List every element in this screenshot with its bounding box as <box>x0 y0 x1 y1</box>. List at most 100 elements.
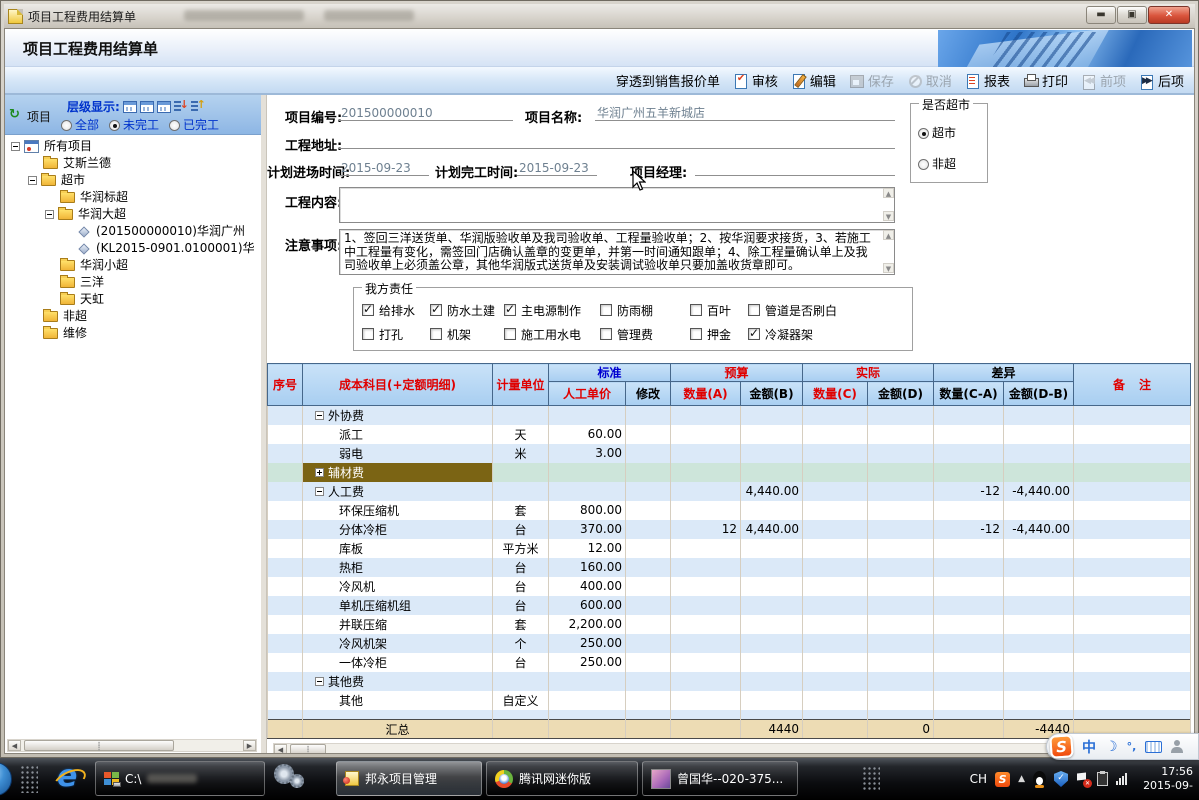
cell-amt_b[interactable] <box>741 577 803 596</box>
cell-amt_b[interactable] <box>741 596 803 615</box>
internet-explorer-icon[interactable]: e <box>52 762 86 796</box>
table-row[interactable]: 分体冷柜台370.00124,440.00-12-4,440.00 <box>268 520 1191 539</box>
language-indicator[interactable]: CH <box>970 772 987 786</box>
cell-name[interactable]: 辅材费 <box>303 463 493 482</box>
manager-field[interactable] <box>695 160 895 176</box>
fullwidth-moon-icon[interactable]: ☽ <box>1105 739 1118 755</box>
cell-remark[interactable] <box>1074 634 1191 653</box>
start-date-field[interactable]: 2015-09-23 <box>339 160 429 176</box>
scroll-up-icon[interactable]: ▲ <box>883 230 894 240</box>
cell-price[interactable]: 800.00 <box>549 501 626 520</box>
cell-qty_ca[interactable] <box>934 425 1004 444</box>
cell-qty_a[interactable] <box>671 406 741 425</box>
cell-amt_b[interactable] <box>741 558 803 577</box>
scroll-left-arrow[interactable]: ◀ <box>274 744 287 754</box>
responsibility-checkbox-10[interactable]: 押金 <box>690 322 748 346</box>
footer-price[interactable] <box>549 720 626 739</box>
table-row[interactable]: 库板平方米12.00 <box>268 539 1191 558</box>
tree-item[interactable]: 艾斯兰德 <box>5 155 261 172</box>
cell-mod[interactable] <box>626 501 671 520</box>
responsibility-checkbox-1[interactable]: 防水土建 <box>430 298 504 322</box>
radio-icon[interactable] <box>918 159 929 170</box>
table-row[interactable]: 其他费 <box>268 672 1191 691</box>
tree-item[interactable]: 天虹 <box>5 291 261 308</box>
cell-amt_db[interactable] <box>1004 596 1074 615</box>
cell-qty_c[interactable] <box>803 596 868 615</box>
cell-amt_d[interactable] <box>868 501 934 520</box>
cell-qty_a[interactable] <box>671 539 741 558</box>
cell-price[interactable] <box>549 691 626 710</box>
responsibility-checkbox-7[interactable]: 机架 <box>430 322 504 346</box>
cell-mod[interactable] <box>626 634 671 653</box>
tree-item[interactable]: 华润标超 <box>5 189 261 206</box>
cell-qty_ca[interactable] <box>934 653 1004 672</box>
address-field[interactable] <box>339 133 895 149</box>
cell-name[interactable]: 热柜 <box>303 558 493 577</box>
action-center-icon[interactable] <box>1076 772 1089 786</box>
responsibility-checkbox-3[interactable]: 防雨棚 <box>600 298 690 322</box>
cell-qty_ca[interactable] <box>934 501 1004 520</box>
gears-icon[interactable] <box>272 764 324 794</box>
cell-amt_b[interactable] <box>741 691 803 710</box>
cell-seq[interactable] <box>268 577 303 596</box>
collapse-icon[interactable] <box>315 411 324 420</box>
tree-item[interactable]: 超市 <box>5 172 261 189</box>
footer-amt_b[interactable]: 4440 <box>741 720 803 739</box>
checked-checkbox-icon[interactable] <box>504 304 516 316</box>
cell-remark[interactable] <box>1074 539 1191 558</box>
cell-seq[interactable] <box>268 444 303 463</box>
cell-qty_a[interactable] <box>671 672 741 691</box>
scroll-thumb[interactable] <box>24 740 174 751</box>
collapse-icon[interactable] <box>28 176 37 185</box>
tree-item[interactable]: (KL2015-0901.0100001)华 <box>5 240 261 257</box>
cell-amt_b[interactable] <box>741 615 803 634</box>
tree-item[interactable]: 华润大超 <box>5 206 261 223</box>
cell-name[interactable]: 并联压缩 <box>303 615 493 634</box>
cell-remark[interactable] <box>1074 653 1191 672</box>
cell-amt_b[interactable] <box>741 406 803 425</box>
cell-seq[interactable] <box>268 615 303 634</box>
cell-qty_ca[interactable] <box>934 596 1004 615</box>
cell-qty_ca[interactable] <box>934 444 1004 463</box>
responsibility-checkbox-5[interactable]: 管道是否刷白 <box>748 298 888 322</box>
footer-qty_c[interactable] <box>803 720 868 739</box>
punctuation-toggle[interactable]: °, <box>1127 740 1137 753</box>
cell-qty_a[interactable] <box>671 596 741 615</box>
cell-mod[interactable] <box>626 596 671 615</box>
cell-remark[interactable] <box>1074 558 1191 577</box>
cell-amt_db[interactable] <box>1004 558 1074 577</box>
scroll-thumb[interactable] <box>290 744 326 754</box>
cell-seq[interactable] <box>268 596 303 615</box>
view-mode-icon[interactable] <box>140 101 154 113</box>
cell-qty_a[interactable] <box>671 653 741 672</box>
cell-mod[interactable] <box>626 577 671 596</box>
radio-icon[interactable] <box>109 120 120 131</box>
footer-unit[interactable] <box>493 720 549 739</box>
cell-price[interactable]: 600.00 <box>549 596 626 615</box>
cell-price[interactable] <box>549 710 626 720</box>
table-row[interactable]: 并联压缩套2,200.00 <box>268 615 1191 634</box>
cell-qty_ca[interactable] <box>934 539 1004 558</box>
toolbar-item-8[interactable]: 后项 <box>1139 71 1184 90</box>
cell-unit[interactable] <box>493 406 549 425</box>
cell-amt_d[interactable] <box>868 634 934 653</box>
network-icon[interactable] <box>1116 773 1127 785</box>
cell-amt_db[interactable] <box>1004 577 1074 596</box>
cell-qty_ca[interactable] <box>934 691 1004 710</box>
scroll-down-icon[interactable]: ▼ <box>883 211 894 221</box>
taskbar-button-tencent[interactable]: 腾讯网迷你版 <box>486 761 638 796</box>
content-textbox[interactable] <box>339 187 895 223</box>
cell-remark[interactable] <box>1074 463 1191 482</box>
unchecked-checkbox-icon[interactable] <box>362 328 374 340</box>
responsibility-checkbox-6[interactable]: 打孔 <box>362 322 430 346</box>
table-row[interactable]: 派工天60.00 <box>268 425 1191 444</box>
tray-expand-icon[interactable]: ▲ <box>1018 774 1025 784</box>
tree-item[interactable]: 三洋 <box>5 274 261 291</box>
soft-keyboard-icon[interactable] <box>1145 741 1162 753</box>
cell-amt_db[interactable] <box>1004 425 1074 444</box>
cell-remark[interactable] <box>1074 672 1191 691</box>
cell-amt_db[interactable]: -4,440.00 <box>1004 520 1074 539</box>
unchecked-checkbox-icon[interactable] <box>748 304 760 316</box>
cell-price[interactable]: 370.00 <box>549 520 626 539</box>
responsibility-checkbox-0[interactable]: 给排水 <box>362 298 430 322</box>
